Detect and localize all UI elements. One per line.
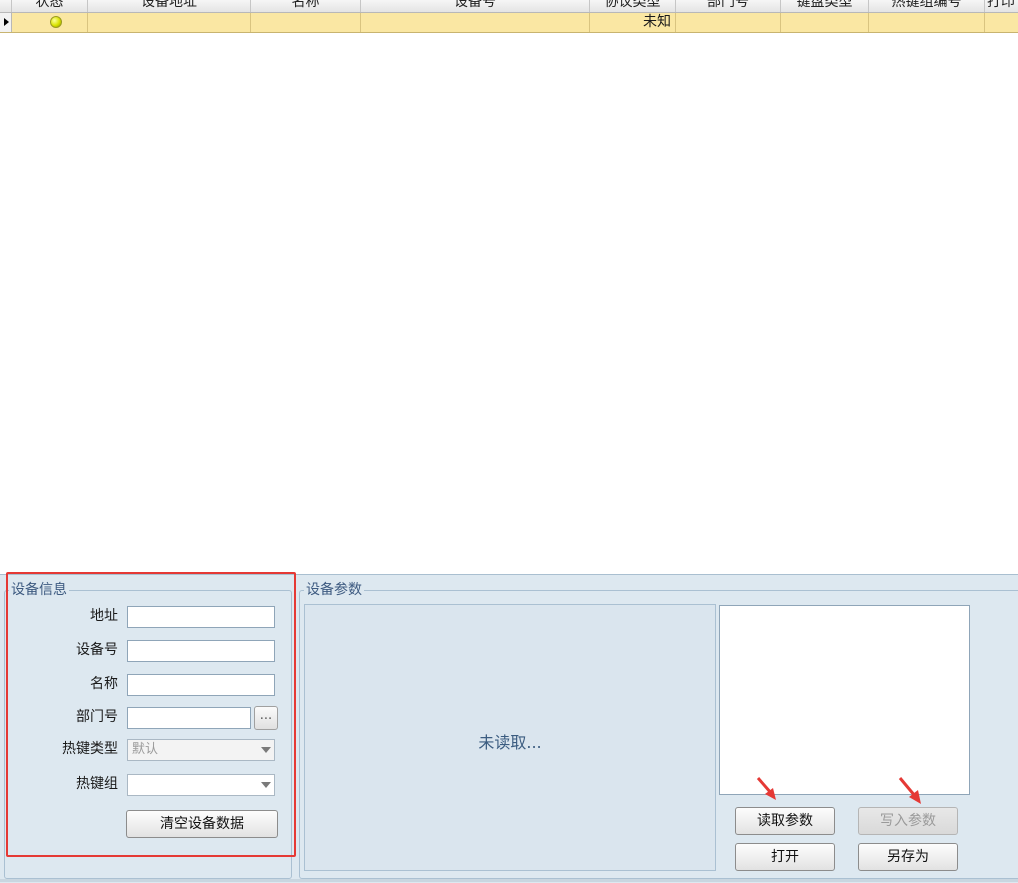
row-indicator[interactable] <box>0 13 12 32</box>
annotation-arrows <box>756 777 921 804</box>
column-header-hotkey-group-no[interactable]: 热键组编号 <box>869 0 985 12</box>
column-header-print[interactable]: 打印 <box>985 0 1018 12</box>
cell-address[interactable] <box>88 13 251 32</box>
cell-print[interactable] <box>985 13 1018 32</box>
device-grid: 状态 设备地址 名称 设备号 协议类型 部门号 键盘类型 热键组编号 打印 未知 <box>0 0 1018 34</box>
column-header-status[interactable]: 状态 <box>12 0 88 12</box>
bottom-panel: 设备信息 地址 设备号 名称 部门号 ... 热键类型 默认 热键组 清空设备数… <box>0 574 1018 883</box>
table-row[interactable]: 未知 <box>0 13 1018 33</box>
cell-name[interactable] <box>251 13 361 32</box>
column-header-keyboard-type[interactable]: 键盘类型 <box>781 0 869 12</box>
column-header-device-no[interactable]: 设备号 <box>361 0 590 12</box>
grid-header: 状态 设备地址 名称 设备号 协议类型 部门号 键盘类型 热键组编号 打印 <box>0 0 1018 13</box>
column-header-dept[interactable]: 部门号 <box>676 0 781 12</box>
cell-keyboard-type[interactable] <box>781 13 869 32</box>
status-indicator-icon <box>50 16 62 28</box>
cell-status[interactable] <box>12 13 88 32</box>
arrow-to-read-button-icon <box>756 777 776 800</box>
row-indicator-header <box>0 0 12 12</box>
cell-dept[interactable] <box>676 13 781 32</box>
cell-device-no[interactable] <box>361 13 590 32</box>
column-header-address[interactable]: 设备地址 <box>88 0 251 12</box>
cell-protocol[interactable]: 未知 <box>590 13 676 32</box>
column-header-protocol[interactable]: 协议类型 <box>590 0 676 12</box>
cell-hotkey-group-no[interactable] <box>869 13 985 32</box>
column-header-name[interactable]: 名称 <box>251 0 361 12</box>
arrow-to-write-button-icon <box>898 777 921 804</box>
